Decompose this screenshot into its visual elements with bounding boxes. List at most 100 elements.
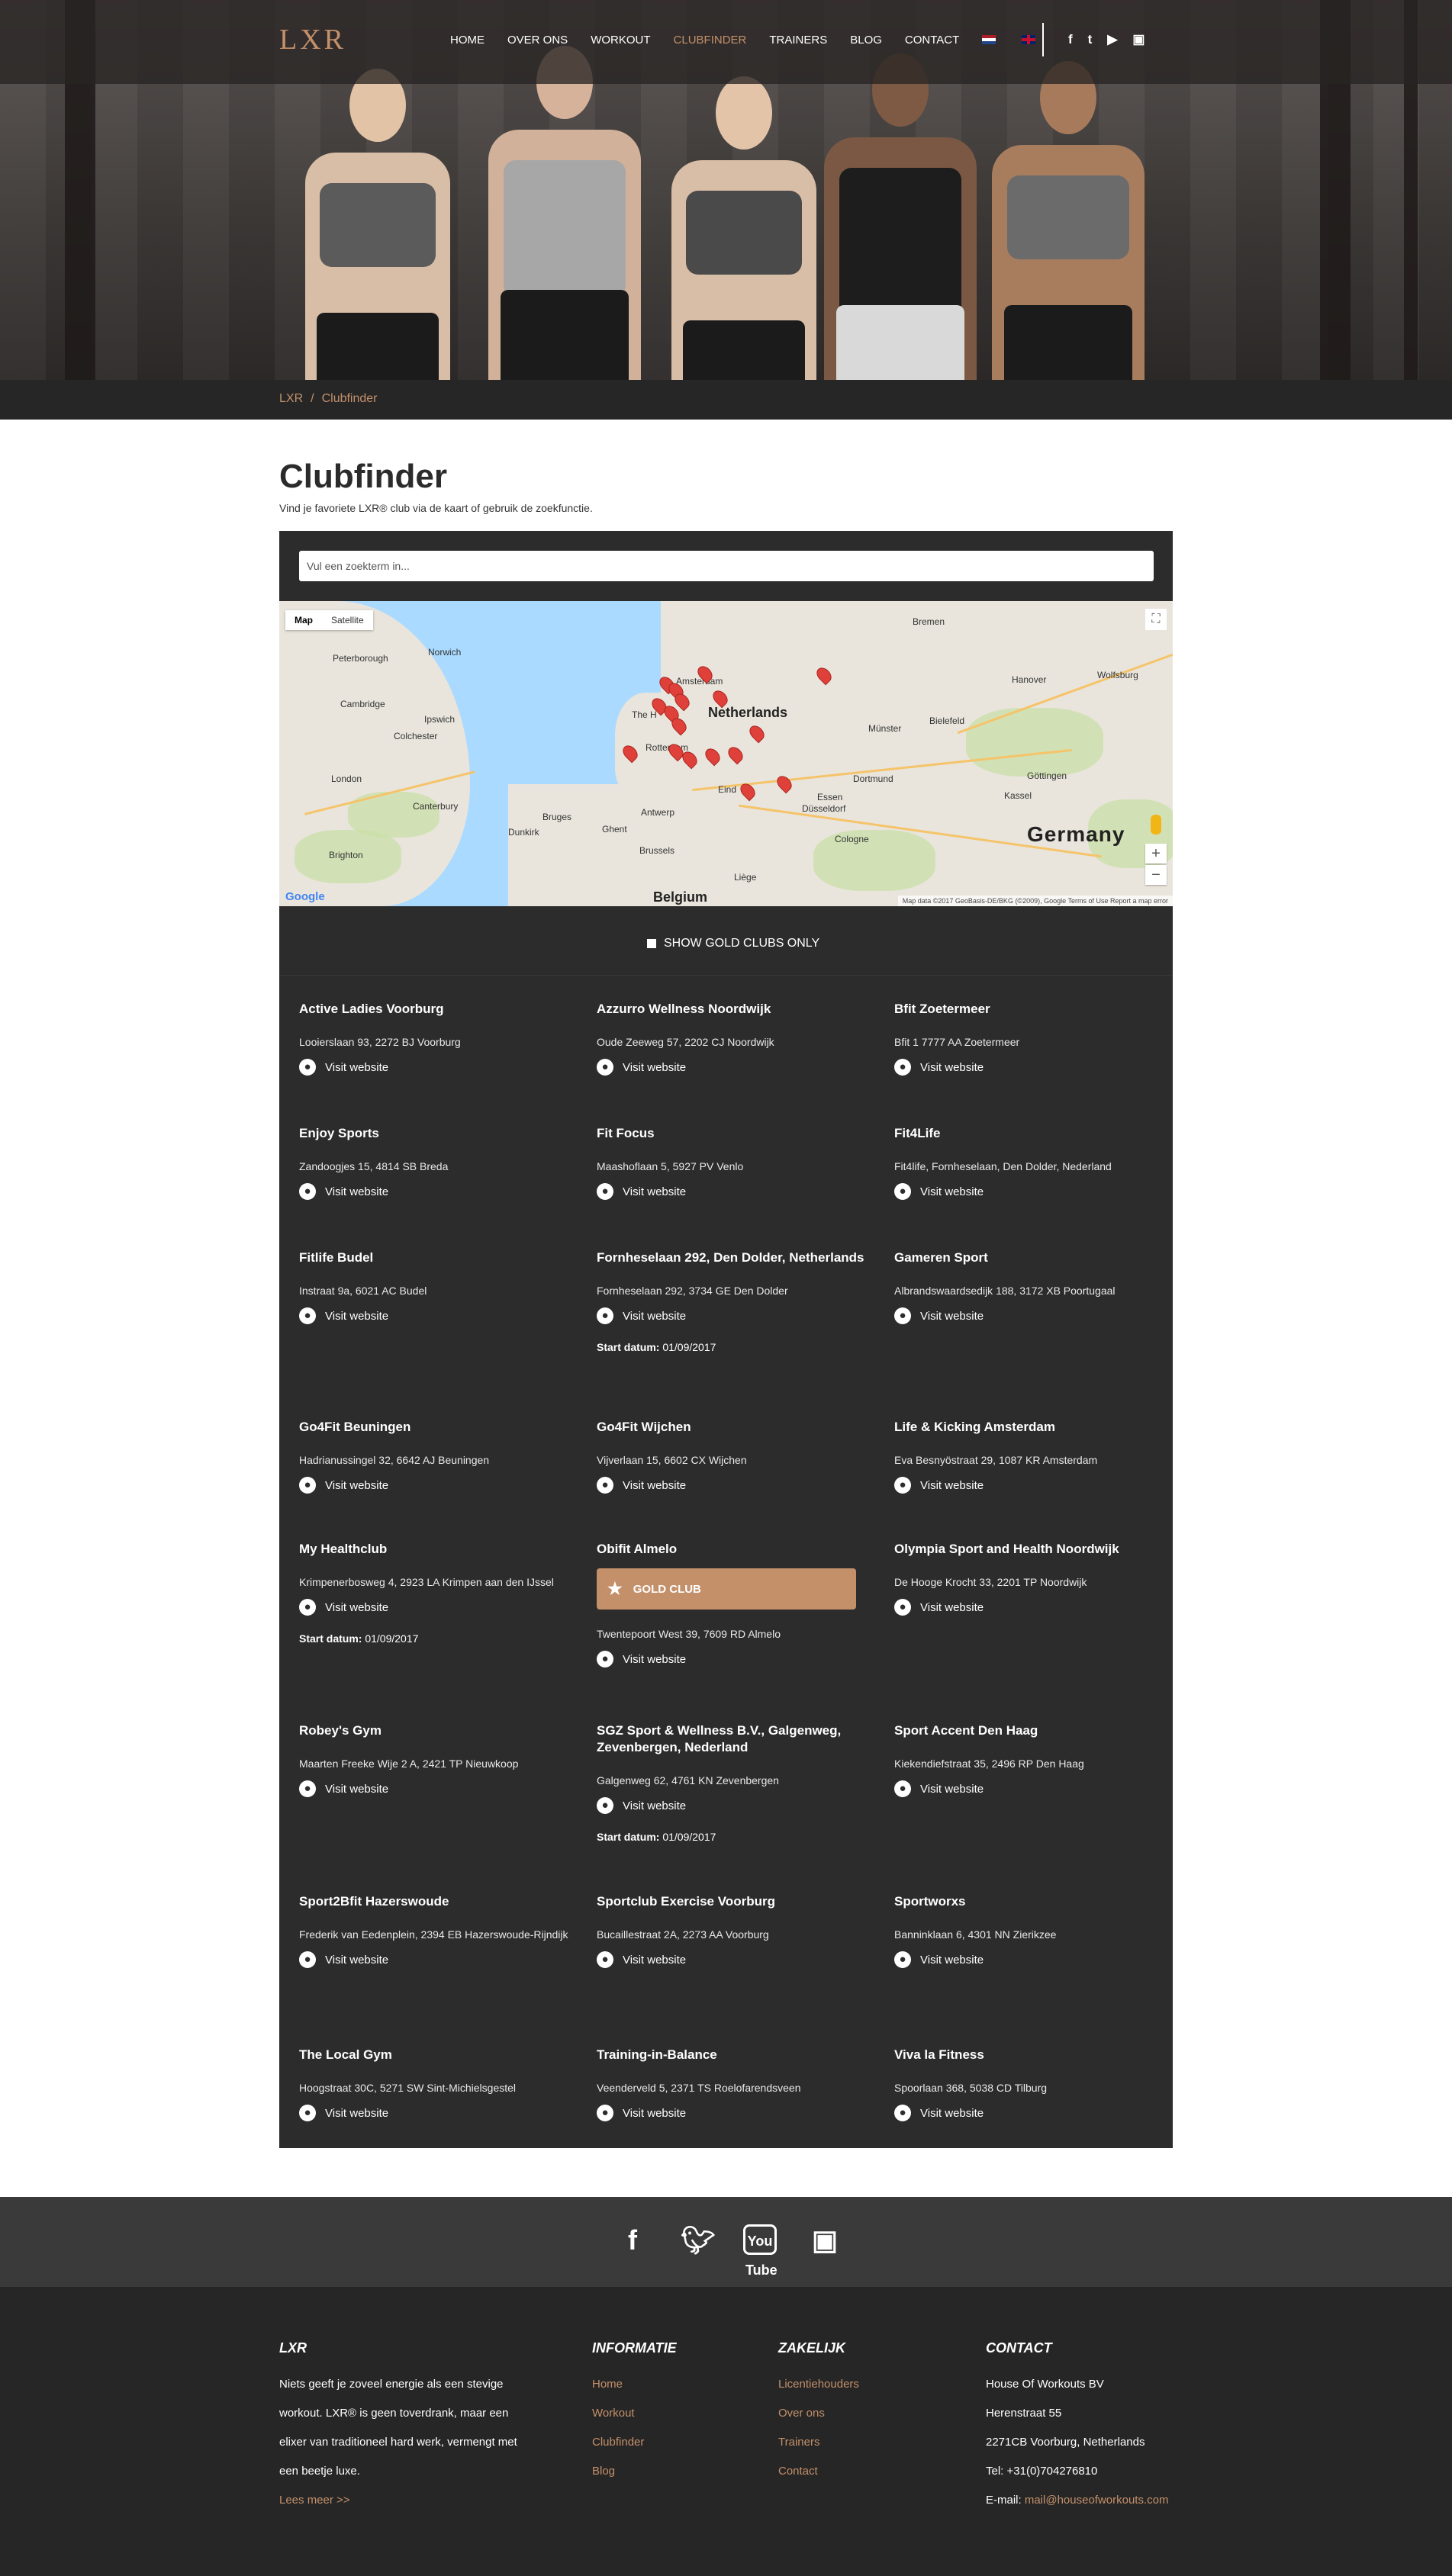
youtube-icon[interactable]: ▶ bbox=[1107, 32, 1117, 47]
footer-link-licentiehouders[interactable]: Licentiehouders bbox=[778, 2370, 859, 2399]
visit-website-label: Visit website bbox=[623, 1478, 687, 1492]
club-name: Sportclub Exercise Voorburg bbox=[597, 1894, 775, 1909]
footer-link-blog[interactable]: Blog bbox=[592, 2457, 677, 2486]
map-type-tabs: Map Satellite bbox=[285, 610, 373, 630]
visit-website-link[interactable]: ● Visit website bbox=[894, 2105, 1169, 2121]
footer-column-zakelijk: ZAKELIJK Licentiehouders Over ons Traine… bbox=[778, 2340, 859, 2486]
instagram-icon[interactable]: ▣ bbox=[1132, 32, 1145, 47]
footer-link-contact[interactable]: Contact bbox=[778, 2457, 859, 2486]
visit-website-link[interactable]: ● Visit website bbox=[894, 1477, 1169, 1494]
breadcrumb-current[interactable]: Clubfinder bbox=[322, 392, 378, 405]
nav-home[interactable]: HOME bbox=[450, 34, 485, 47]
visit-website-link[interactable]: ● Visit website bbox=[597, 1477, 871, 1494]
nav-clubfinder[interactable]: CLUBFINDER bbox=[674, 34, 747, 47]
globe-icon: ● bbox=[597, 1797, 613, 1814]
club-address: Veenderveld 5, 2371 TS Roelofarendsveen bbox=[597, 2082, 801, 2094]
footer-link-workout[interactable]: Workout bbox=[592, 2399, 677, 2428]
zoom-in-button[interactable]: + bbox=[1145, 844, 1167, 863]
visit-website-link[interactable]: ● Visit website bbox=[894, 1780, 1169, 1797]
club-address: Albrandswaardsedijk 188, 3172 XB Poortug… bbox=[894, 1285, 1116, 1297]
start-date-label: Start datum: bbox=[597, 1341, 660, 1353]
club-address: Banninklaan 6, 4301 NN Zierikzee bbox=[894, 1928, 1057, 1941]
map-label: Antwerp bbox=[641, 807, 675, 818]
club-name: Enjoy Sports bbox=[299, 1126, 379, 1140]
footer-column-informatie: INFORMATIE Home Workout Clubfinder Blog bbox=[592, 2340, 677, 2486]
breadcrumb-home[interactable]: LXR bbox=[279, 392, 303, 405]
visit-website-link[interactable]: ● Visit website bbox=[894, 1951, 1169, 1968]
club-address: Vijverlaan 15, 6602 CX Wijchen bbox=[597, 1454, 747, 1466]
map-tab-satellite[interactable]: Satellite bbox=[322, 610, 373, 630]
footer-link-trainers[interactable]: Trainers bbox=[778, 2428, 859, 2457]
facebook-icon[interactable]: f bbox=[1068, 32, 1073, 47]
visit-website-link[interactable]: ● Visit website bbox=[597, 1183, 871, 1200]
globe-icon: ● bbox=[894, 1951, 911, 1968]
fullscreen-icon[interactable]: ⛶ bbox=[1145, 609, 1167, 630]
globe-icon: ● bbox=[597, 1307, 613, 1324]
breadcrumb-separator: / bbox=[311, 392, 314, 405]
visit-website-link[interactable]: ● Visit website bbox=[894, 1183, 1169, 1200]
nav-over-ons[interactable]: OVER ONS bbox=[507, 34, 568, 47]
footer-link-over-ons[interactable]: Over ons bbox=[778, 2399, 859, 2428]
visit-website-link[interactable]: ● Visit website bbox=[894, 1599, 1169, 1616]
globe-icon: ● bbox=[597, 1951, 613, 1968]
visit-website-link[interactable]: ● Visit website bbox=[299, 2105, 574, 2121]
footer-link-clubfinder[interactable]: Clubfinder bbox=[592, 2428, 677, 2457]
footer-link-home[interactable]: Home bbox=[592, 2370, 677, 2399]
instagram-icon[interactable]: ▣ bbox=[810, 2224, 839, 2256]
street-view-pegman-icon[interactable] bbox=[1151, 815, 1161, 835]
read-more-link[interactable]: Lees meer >> bbox=[279, 2486, 517, 2515]
footer-column-contact: CONTACT House Of Workouts BV Herenstraat… bbox=[986, 2340, 1168, 2515]
map-attribution[interactable]: Map data ©2017 GeoBasis-DE/BKG (©2009), … bbox=[897, 896, 1173, 906]
visit-website-label: Visit website bbox=[623, 1652, 687, 1666]
search-input[interactable] bbox=[299, 551, 1154, 581]
club-name: SGZ Sport & Wellness B.V., Galgenweg, Ze… bbox=[597, 1723, 842, 1754]
visit-website-link[interactable]: ● Visit website bbox=[299, 1599, 574, 1616]
map-greenery bbox=[966, 708, 1103, 777]
visit-website-label: Visit website bbox=[623, 1953, 687, 1967]
visit-website-link[interactable]: ● Visit website bbox=[597, 1059, 871, 1076]
dutch-flag-icon[interactable] bbox=[982, 35, 996, 44]
english-flag-icon[interactable] bbox=[1022, 35, 1036, 44]
twitter-icon[interactable]: 🐦︎ bbox=[681, 2224, 716, 2256]
hero-athlete bbox=[824, 53, 977, 380]
email-link[interactable]: mail@houseofworkouts.com bbox=[1025, 2494, 1169, 2507]
visit-website-link[interactable]: ● Visit website bbox=[597, 1797, 871, 1814]
club-address: Galgenweg 62, 4761 KN Zevenbergen bbox=[597, 1774, 779, 1786]
nav-contact[interactable]: CONTACT bbox=[905, 34, 959, 47]
club-map[interactable]: Map Satellite ⛶ Peterborough Norwich Cam… bbox=[279, 601, 1173, 906]
twitter-icon[interactable]: t bbox=[1088, 32, 1093, 47]
club-address: Fornheselaan 292, 3734 GE Den Dolder bbox=[597, 1285, 788, 1297]
gold-clubs-checkbox[interactable] bbox=[647, 939, 656, 948]
visit-website-link[interactable]: ● Visit website bbox=[299, 1059, 574, 1076]
visit-website-link[interactable]: ● Visit website bbox=[597, 1307, 871, 1324]
page-title: Clubfinder bbox=[279, 458, 447, 495]
visit-website-link[interactable]: ● Visit website bbox=[894, 1307, 1169, 1324]
visit-website-label: Visit website bbox=[920, 1953, 984, 1967]
map-tab-map[interactable]: Map bbox=[285, 610, 322, 630]
youtube-icon[interactable]: You Tube bbox=[743, 2224, 778, 2278]
visit-website-link[interactable]: ● Visit website bbox=[299, 1477, 574, 1494]
club-address: Zandoogjes 15, 4814 SB Breda bbox=[299, 1160, 449, 1172]
globe-icon: ● bbox=[894, 1307, 911, 1324]
visit-website-link[interactable]: ● Visit website bbox=[894, 1059, 1169, 1076]
club-name: Fornheselaan 292, Den Dolder, Netherland… bbox=[597, 1250, 864, 1265]
visit-website-label: Visit website bbox=[325, 1600, 389, 1614]
visit-website-link[interactable]: ● Visit website bbox=[299, 1780, 574, 1797]
nav-trainers[interactable]: TRAINERS bbox=[769, 34, 827, 47]
visit-website-link[interactable]: ● Visit website bbox=[597, 1651, 871, 1667]
start-date-label: Start datum: bbox=[299, 1632, 362, 1645]
facebook-icon[interactable]: f bbox=[618, 2224, 647, 2256]
visit-website-link[interactable]: ● Visit website bbox=[299, 1307, 574, 1324]
club-address: Spoorlaan 368, 5038 CD Tilburg bbox=[894, 2082, 1048, 2094]
site-logo[interactable]: LXR bbox=[279, 23, 346, 56]
nav-workout[interactable]: WORKOUT bbox=[591, 34, 650, 47]
zoom-out-button[interactable]: − bbox=[1145, 865, 1167, 885]
visit-website-link[interactable]: ● Visit website bbox=[597, 2105, 871, 2121]
visit-website-link[interactable]: ● Visit website bbox=[299, 1951, 574, 1968]
gold-clubs-filter[interactable]: SHOW GOLD CLUBS ONLY bbox=[647, 937, 819, 950]
visit-website-link[interactable]: ● Visit website bbox=[299, 1183, 574, 1200]
club-address: Krimpenerbosweg 4, 2923 LA Krimpen aan d… bbox=[299, 1576, 554, 1588]
visit-website-link[interactable]: ● Visit website bbox=[597, 1951, 871, 1968]
nav-blog[interactable]: BLOG bbox=[850, 34, 882, 47]
star-icon: ★ bbox=[607, 1579, 623, 1598]
